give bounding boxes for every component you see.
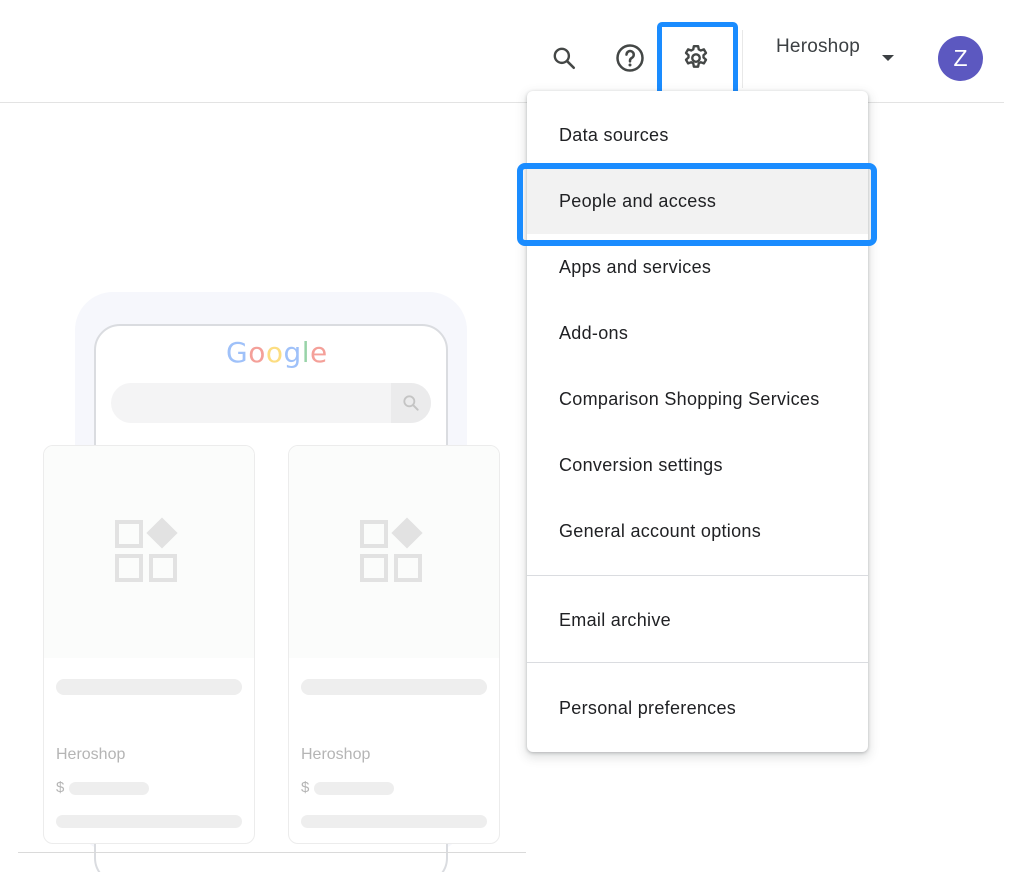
menu-item-personal-preferences[interactable]: Personal preferences [527,675,868,741]
menu-divider [527,575,868,576]
illustration-baseline [18,852,526,853]
mock-search-button [391,383,431,423]
menu-item-general-account-options[interactable]: General account options [527,498,868,564]
avatar-letter: Z [953,45,968,71]
product-image-placeholder [44,446,254,658]
google-logo-text: Google [226,336,328,369]
google-logo-letter: G [226,336,249,369]
caret-down-icon [882,55,894,61]
detail-placeholder-bar [56,815,242,828]
menu-item-conversion-settings[interactable]: Conversion settings [527,432,868,498]
help-circle-icon [616,44,644,72]
google-logo: Google [226,336,328,369]
google-logo-letter: o [248,336,266,369]
menu-item-label: Apps and services [559,256,712,277]
menu-item-label: Data sources [559,124,669,145]
google-logo-letter: e [310,336,328,369]
search-icon [553,47,576,70]
settings-highlight-box [657,22,738,97]
menu-item-email-archive[interactable]: Email archive [527,587,868,653]
people-and-access-highlight-box [517,163,877,246]
menu-item-add-ons[interactable]: Add-ons [527,300,868,366]
image-placeholder-icon [115,517,178,582]
card-currency: $ [56,779,65,796]
card-shop-name: Heroshop [301,746,371,763]
menu-item-label: Conversion settings [559,454,723,475]
top-bar: Heroshop Z [0,0,1004,103]
menu-divider [527,662,868,663]
account-switcher[interactable]: Heroshop [776,36,894,66]
google-logo-letter: g [283,336,302,369]
avatar[interactable]: Z [938,36,983,81]
menu-item-comparison-shopping-services[interactable]: Comparison Shopping Services [527,366,868,432]
price-placeholder-bar [69,782,149,795]
product-card-placeholder: Heroshop $ [43,445,255,844]
card-shop-name: Heroshop [56,746,126,763]
detail-placeholder-bar [301,815,487,828]
help-button[interactable] [606,34,654,82]
title-placeholder-bar [301,679,487,695]
image-placeholder-icon [360,517,423,582]
menu-item-data-sources[interactable]: Data sources [527,102,868,168]
topbar-divider [742,30,743,88]
google-logo-letter: o [265,336,284,369]
price-placeholder-bar [314,782,394,795]
menu-item-label: General account options [559,520,762,541]
title-placeholder-bar [56,679,242,695]
menu-item-label: Add-ons [559,322,629,343]
product-image-placeholder [289,446,499,658]
product-card-placeholder: Heroshop $ [288,445,500,844]
google-logo-letter: l [301,336,311,369]
menu-item-label: Personal preferences [559,697,737,718]
search-button[interactable] [540,34,588,82]
account-name: Heroshop [776,36,860,57]
mock-search-bar [111,383,431,423]
menu-item-label: Comparison Shopping Services [559,388,820,409]
menu-item-label: Email archive [559,609,671,630]
card-currency: $ [301,779,310,796]
search-icon [403,395,419,411]
